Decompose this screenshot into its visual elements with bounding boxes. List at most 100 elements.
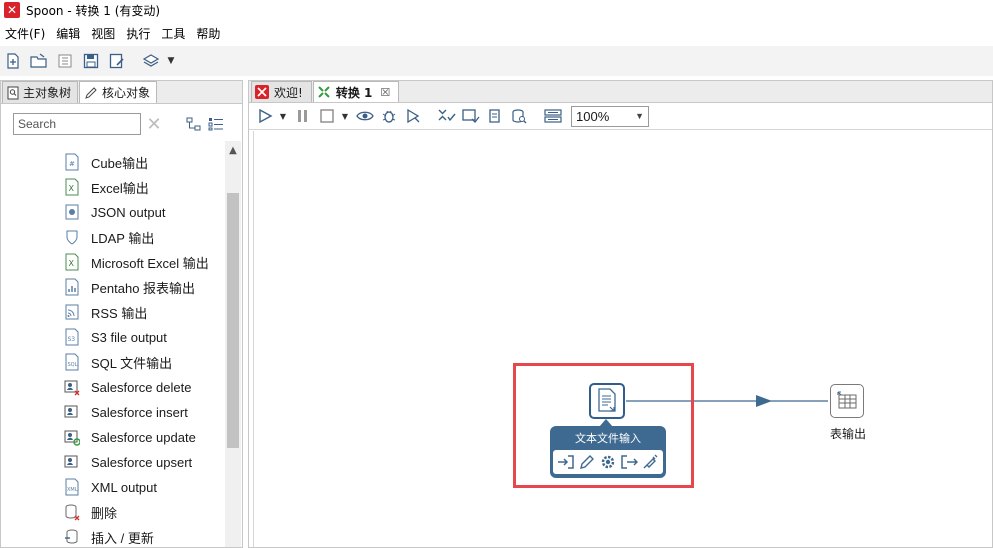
step-label: Cube输出 [91, 155, 149, 171]
step-ldap-output[interactable]: LDAP 输出 [63, 226, 154, 248]
step-label: S3 file output [91, 329, 167, 345]
tab-welcome[interactable]: 欢迎! [251, 81, 312, 102]
tab-core-objects[interactable]: 核心对象 [79, 81, 158, 103]
pencil-icon [84, 86, 98, 100]
tab-transformation-1-label: 转换 1 [335, 85, 373, 100]
step-sql-file-output[interactable]: SQL SQL 文件输出 [63, 351, 172, 373]
text-file-input-step[interactable] [589, 383, 625, 419]
menu-run[interactable]: 执行 [121, 25, 156, 42]
sql-icon[interactable] [485, 106, 505, 126]
explore-repository-icon[interactable] [54, 50, 76, 72]
step-s3-file-output[interactable]: S3 S3 file output [63, 326, 167, 348]
salesforce-upsert-icon [63, 453, 81, 471]
open-file-icon[interactable] [28, 50, 50, 72]
step-json-output[interactable]: JSON output [63, 201, 165, 223]
svg-text:#: # [69, 160, 75, 168]
edit-step-icon[interactable] [577, 452, 597, 472]
step-label: LDAP 输出 [91, 230, 155, 246]
save-icon[interactable] [80, 50, 102, 72]
tab-welcome-label: 欢迎! [274, 85, 303, 100]
ms-excel-output-icon: X [63, 253, 81, 271]
scroll-up-icon[interactable]: ▲ [225, 141, 241, 159]
expand-all-icon[interactable] [206, 114, 226, 134]
preview-icon[interactable] [355, 106, 375, 126]
tree-search-icon [7, 86, 19, 100]
step-pentaho-report-output[interactable]: Pentaho 报表输出 [63, 276, 195, 298]
new-file-icon[interactable] [2, 50, 24, 72]
step-delete[interactable]: 删除 [63, 501, 117, 523]
step-salesforce-delete[interactable]: Salesforce delete [63, 376, 191, 398]
step-rss-output[interactable]: RSS 输出 [63, 301, 147, 323]
svg-text:S3: S3 [68, 336, 76, 343]
s3-file-output-icon: S3 [63, 328, 81, 346]
output-connector-icon[interactable] [619, 452, 639, 472]
step-name-label: 文本文件输入 [575, 432, 641, 445]
xml-output-icon: XML [63, 478, 81, 496]
delete-step-icon [63, 503, 81, 521]
menu-tools[interactable]: 工具 [156, 25, 191, 42]
step-insert-update[interactable]: 插入 / 更新 [63, 526, 154, 547]
step-label: Pentaho 报表输出 [91, 280, 196, 296]
window-title: Spoon - 转换 1 (有变动) [26, 3, 161, 18]
zoom-select[interactable]: 100% ▼ [571, 105, 649, 127]
sql-file-output-icon: SQL [63, 353, 81, 371]
svg-text:XML: XML [67, 487, 78, 493]
tab-core-objects-label: 核心对象 [102, 86, 151, 100]
step-salesforce-update[interactable]: Salesforce update [63, 426, 196, 448]
input-connector-icon[interactable] [556, 452, 576, 472]
step-list-scrollbar[interactable]: ▲ [225, 141, 241, 547]
menu-help[interactable]: 帮助 [191, 25, 226, 42]
layers-icon[interactable] [140, 50, 162, 72]
run-dropdown-icon[interactable]: ▼ [279, 112, 287, 121]
pause-icon[interactable] [293, 106, 313, 126]
step-salesforce-insert[interactable]: Salesforce insert [63, 401, 188, 423]
step-salesforce-upsert[interactable]: Salesforce upsert [63, 451, 192, 473]
step-cube-output[interactable]: # Cube输出 [63, 151, 148, 173]
step-label: Salesforce update [91, 429, 196, 445]
collapse-all-icon[interactable] [184, 114, 204, 134]
salesforce-insert-icon [63, 403, 81, 421]
debug-icon[interactable] [379, 106, 399, 126]
verify-icon[interactable] [437, 106, 457, 126]
step-label: RSS 输出 [91, 305, 148, 321]
step-xml-output[interactable]: XML XML output [63, 476, 157, 498]
explore-db-icon[interactable] [509, 106, 529, 126]
impact-icon[interactable] [461, 106, 481, 126]
replay-icon[interactable] [403, 106, 423, 126]
excel-output-icon: X [63, 178, 81, 196]
close-tab-icon[interactable]: ☒ [380, 86, 390, 99]
scroll-thumb[interactable] [227, 193, 239, 448]
tab-transformation-1[interactable]: 转换 1 ☒ [312, 81, 400, 102]
spoon-app-icon: ✕ [4, 2, 20, 18]
tab-main-object-tree-label: 主对象树 [23, 86, 72, 100]
text-file-input-icon [596, 387, 618, 416]
step-list: # Cube输出 X Excel输出 JSON output LDAP 输出 X… [1, 141, 223, 547]
run-icon[interactable] [255, 106, 275, 126]
layers-dropdown-icon[interactable]: ▼ [166, 50, 176, 72]
menu-file[interactable]: 文件(F) [0, 25, 51, 42]
clear-search-icon[interactable]: ✕ [144, 114, 164, 135]
step-settings-gear-icon[interactable] [598, 452, 618, 472]
menu-edit[interactable]: 编辑 [51, 25, 86, 42]
show-results-icon[interactable] [543, 106, 563, 126]
stop-icon[interactable] [317, 106, 337, 126]
ldap-output-icon [63, 228, 81, 246]
insert-update-icon [63, 528, 81, 546]
pentaho-report-output-icon [63, 278, 81, 296]
step-excel-output[interactable]: X Excel输出 [63, 176, 149, 198]
step-ms-excel-output[interactable]: X Microsoft Excel 输出 [63, 251, 209, 273]
menu-view[interactable]: 视图 [86, 25, 121, 42]
zoom-value: 100% [576, 108, 610, 124]
save-as-icon[interactable] [106, 50, 128, 72]
inject-icon[interactable] [640, 452, 660, 472]
tab-main-object-tree[interactable]: 主对象树 [2, 81, 79, 103]
steps-search-input[interactable] [13, 113, 141, 135]
stop-dropdown-icon[interactable]: ▼ [341, 112, 349, 121]
search-row: ✕ [13, 112, 233, 136]
step-label: XML output [91, 479, 158, 495]
tree-buttons [184, 114, 228, 134]
table-output-step[interactable] [830, 384, 864, 418]
cube-output-icon: # [63, 153, 81, 171]
salesforce-delete-icon [63, 378, 81, 396]
main-toolbar: ▼ [0, 46, 993, 76]
